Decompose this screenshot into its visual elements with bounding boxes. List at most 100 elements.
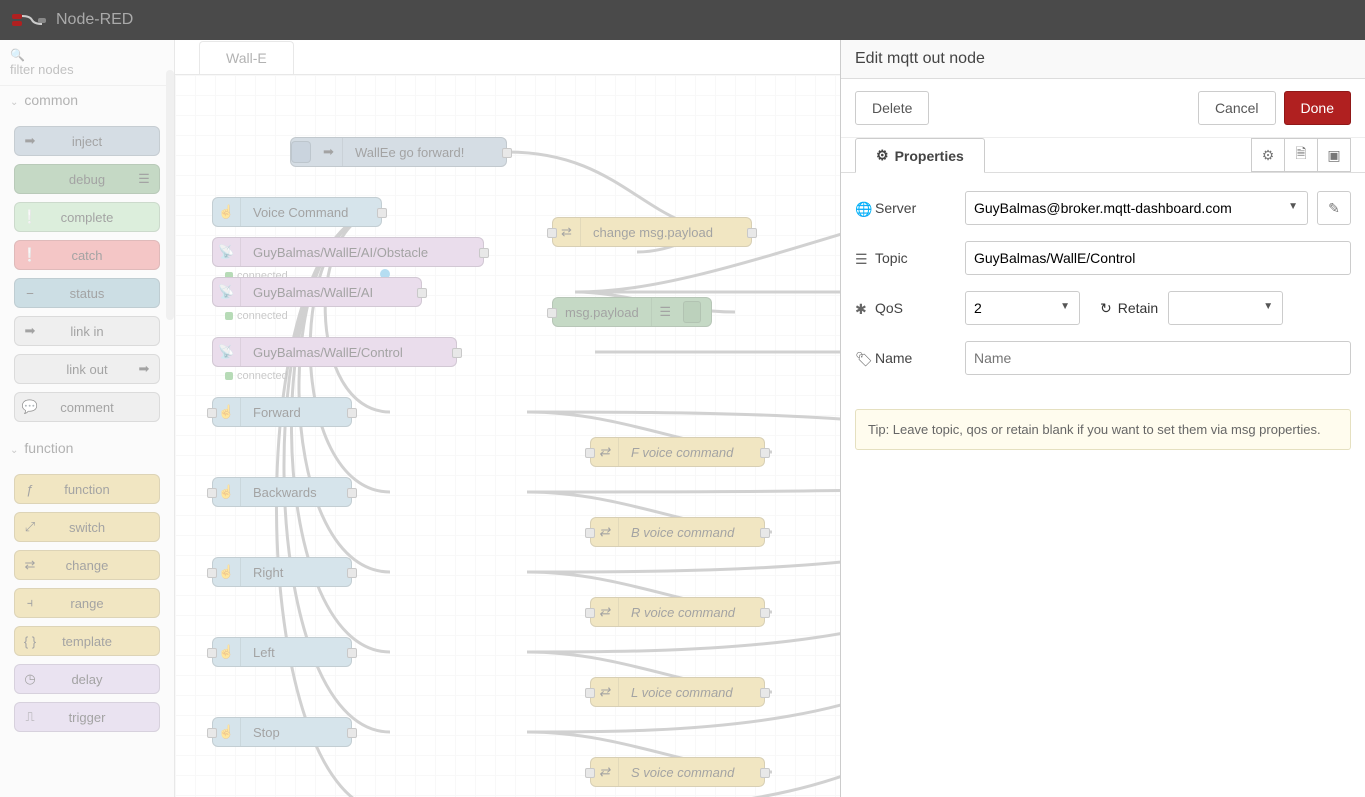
node-port-in[interactable] bbox=[207, 408, 217, 418]
complete-icon: ❕ bbox=[20, 207, 40, 227]
node-port-in[interactable] bbox=[585, 768, 595, 778]
node-s-voice-command[interactable]: ⇄S voice command bbox=[590, 757, 765, 787]
node-mqtt-control[interactable]: 📡GuyBalmas/WallE/Control bbox=[212, 337, 457, 367]
button-icon: ☝ bbox=[213, 718, 241, 746]
delete-button[interactable]: Delete bbox=[855, 91, 929, 125]
settings-icon-button[interactable]: ⚙ bbox=[1251, 138, 1285, 172]
name-input[interactable] bbox=[965, 341, 1351, 375]
node-f-voice-command[interactable]: ⇄F voice command bbox=[590, 437, 765, 467]
inject-button-icon[interactable] bbox=[291, 141, 311, 163]
delay-icon: ◷ bbox=[20, 669, 40, 689]
node-l-voice-command[interactable]: ⇄L voice command bbox=[590, 677, 765, 707]
node-right[interactable]: ☝Right bbox=[212, 557, 352, 587]
palette-node-switch[interactable]: ⤢switch bbox=[14, 512, 160, 542]
node-forward[interactable]: ☝Forward bbox=[212, 397, 352, 427]
appearance-icon-button[interactable]: ▣ bbox=[1317, 138, 1351, 172]
node-left[interactable]: ☝Left bbox=[212, 637, 352, 667]
node-port-out[interactable] bbox=[760, 528, 770, 538]
change-icon: ⇄ bbox=[591, 678, 619, 706]
status-dot-icon bbox=[225, 372, 233, 380]
tab-properties[interactable]: ⚙Properties bbox=[855, 138, 985, 173]
cancel-button[interactable]: Cancel bbox=[1198, 91, 1276, 125]
app-brand: Node-RED bbox=[56, 11, 133, 29]
qos-select[interactable]: 2 bbox=[965, 291, 1080, 325]
node-port-out[interactable] bbox=[347, 488, 357, 498]
node-port-out[interactable] bbox=[452, 348, 462, 358]
node-mqtt-obstacle[interactable]: 📡GuyBalmas/WallE/AI/Obstacle bbox=[212, 237, 484, 267]
palette-node-inject[interactable]: ➡inject bbox=[14, 126, 160, 156]
server-select[interactable]: GuyBalmas@broker.mqtt-dashboard.com bbox=[965, 191, 1308, 225]
palette-scrollbar[interactable] bbox=[166, 70, 174, 320]
inject-icon: ➡ bbox=[315, 138, 343, 166]
palette-node-function[interactable]: ƒfunction bbox=[14, 474, 160, 504]
palette-node-comment[interactable]: 💬comment bbox=[14, 392, 160, 422]
change-icon: ⇄ bbox=[591, 598, 619, 626]
node-port-out[interactable] bbox=[347, 648, 357, 658]
gear-icon: ⚙ bbox=[876, 147, 889, 164]
node-port-out[interactable] bbox=[760, 688, 770, 698]
button-icon: ☝ bbox=[213, 558, 241, 586]
node-port-in[interactable] bbox=[207, 648, 217, 658]
retain-select[interactable] bbox=[1168, 291, 1283, 325]
node-port-out[interactable] bbox=[377, 208, 387, 218]
topic-input[interactable] bbox=[965, 241, 1351, 275]
node-stop[interactable]: ☝Stop bbox=[212, 717, 352, 747]
node-port-in[interactable] bbox=[585, 448, 595, 458]
change-icon: ⇄ bbox=[553, 218, 581, 246]
node-port-out[interactable] bbox=[760, 608, 770, 618]
node-voice-command[interactable]: ☝Voice Command bbox=[212, 197, 382, 227]
node-port-out[interactable] bbox=[502, 148, 512, 158]
catch-icon: ❕ bbox=[20, 245, 40, 265]
edit-server-button[interactable]: ✎ bbox=[1317, 191, 1351, 225]
node-change-payload[interactable]: ⇄change msg.payload bbox=[552, 217, 752, 247]
node-port-in[interactable] bbox=[585, 608, 595, 618]
palette-node-change[interactable]: ⇄change bbox=[14, 550, 160, 580]
node-port-out[interactable] bbox=[760, 448, 770, 458]
palette-node-complete[interactable]: ❕complete bbox=[14, 202, 160, 232]
button-icon: ☝ bbox=[213, 478, 241, 506]
node-r-voice-command[interactable]: ⇄R voice command bbox=[590, 597, 765, 627]
change-icon: ⇄ bbox=[591, 438, 619, 466]
palette-node-template[interactable]: { }template bbox=[14, 626, 160, 656]
node-debug-payload[interactable]: msg.payload☰ bbox=[552, 297, 712, 327]
node-port-in[interactable] bbox=[207, 568, 217, 578]
done-button[interactable]: Done bbox=[1284, 91, 1351, 125]
node-port-out[interactable] bbox=[747, 228, 757, 238]
filter-nodes-row[interactable]: 🔍 bbox=[0, 40, 174, 86]
palette-node-trigger[interactable]: ⎍trigger bbox=[14, 702, 160, 732]
node-port-in[interactable] bbox=[207, 488, 217, 498]
button-icon: ☝ bbox=[213, 198, 241, 226]
app-header: Node-RED bbox=[0, 0, 1365, 40]
palette-node-range[interactable]: ⫞range bbox=[14, 588, 160, 618]
palette-node-delay[interactable]: ◷delay bbox=[14, 664, 160, 694]
category-common[interactable]: ⌄common bbox=[0, 86, 174, 114]
node-port-in[interactable] bbox=[585, 688, 595, 698]
category-function[interactable]: ⌄function bbox=[0, 434, 174, 462]
node-mqtt-ai[interactable]: 📡GuyBalmas/WallE/AI bbox=[212, 277, 422, 307]
node-port-in[interactable] bbox=[585, 528, 595, 538]
filter-nodes-input[interactable] bbox=[10, 62, 150, 77]
node-port-out[interactable] bbox=[760, 768, 770, 778]
palette-node-link-in[interactable]: ➡link in bbox=[14, 316, 160, 346]
node-port-out[interactable] bbox=[479, 248, 489, 258]
status-dot-icon bbox=[225, 312, 233, 320]
node-backwards[interactable]: ☝Backwards bbox=[212, 477, 352, 507]
palette-node-debug[interactable]: debug☰ bbox=[14, 164, 160, 194]
palette-node-catch[interactable]: ❕catch bbox=[14, 240, 160, 270]
node-port-out[interactable] bbox=[347, 408, 357, 418]
node-port-out[interactable] bbox=[417, 288, 427, 298]
node-port-out[interactable] bbox=[347, 568, 357, 578]
tab-wall-e[interactable]: Wall-E bbox=[199, 41, 294, 74]
node-port-in[interactable] bbox=[207, 728, 217, 738]
palette-node-status[interactable]: ⎯status bbox=[14, 278, 160, 308]
description-icon-button[interactable]: 🗎 bbox=[1284, 138, 1318, 172]
change-icon: ⇄ bbox=[591, 518, 619, 546]
debug-toggle-icon[interactable] bbox=[683, 301, 701, 323]
range-icon: ⫞ bbox=[20, 593, 40, 613]
palette-node-link-out[interactable]: link out➡ bbox=[14, 354, 160, 384]
node-port-in[interactable] bbox=[547, 308, 557, 318]
node-port-in[interactable] bbox=[547, 228, 557, 238]
node-b-voice-command[interactable]: ⇄B voice command bbox=[590, 517, 765, 547]
node-inject-wallee[interactable]: ➡WallEe go forward! bbox=[290, 137, 507, 167]
node-port-out[interactable] bbox=[347, 728, 357, 738]
